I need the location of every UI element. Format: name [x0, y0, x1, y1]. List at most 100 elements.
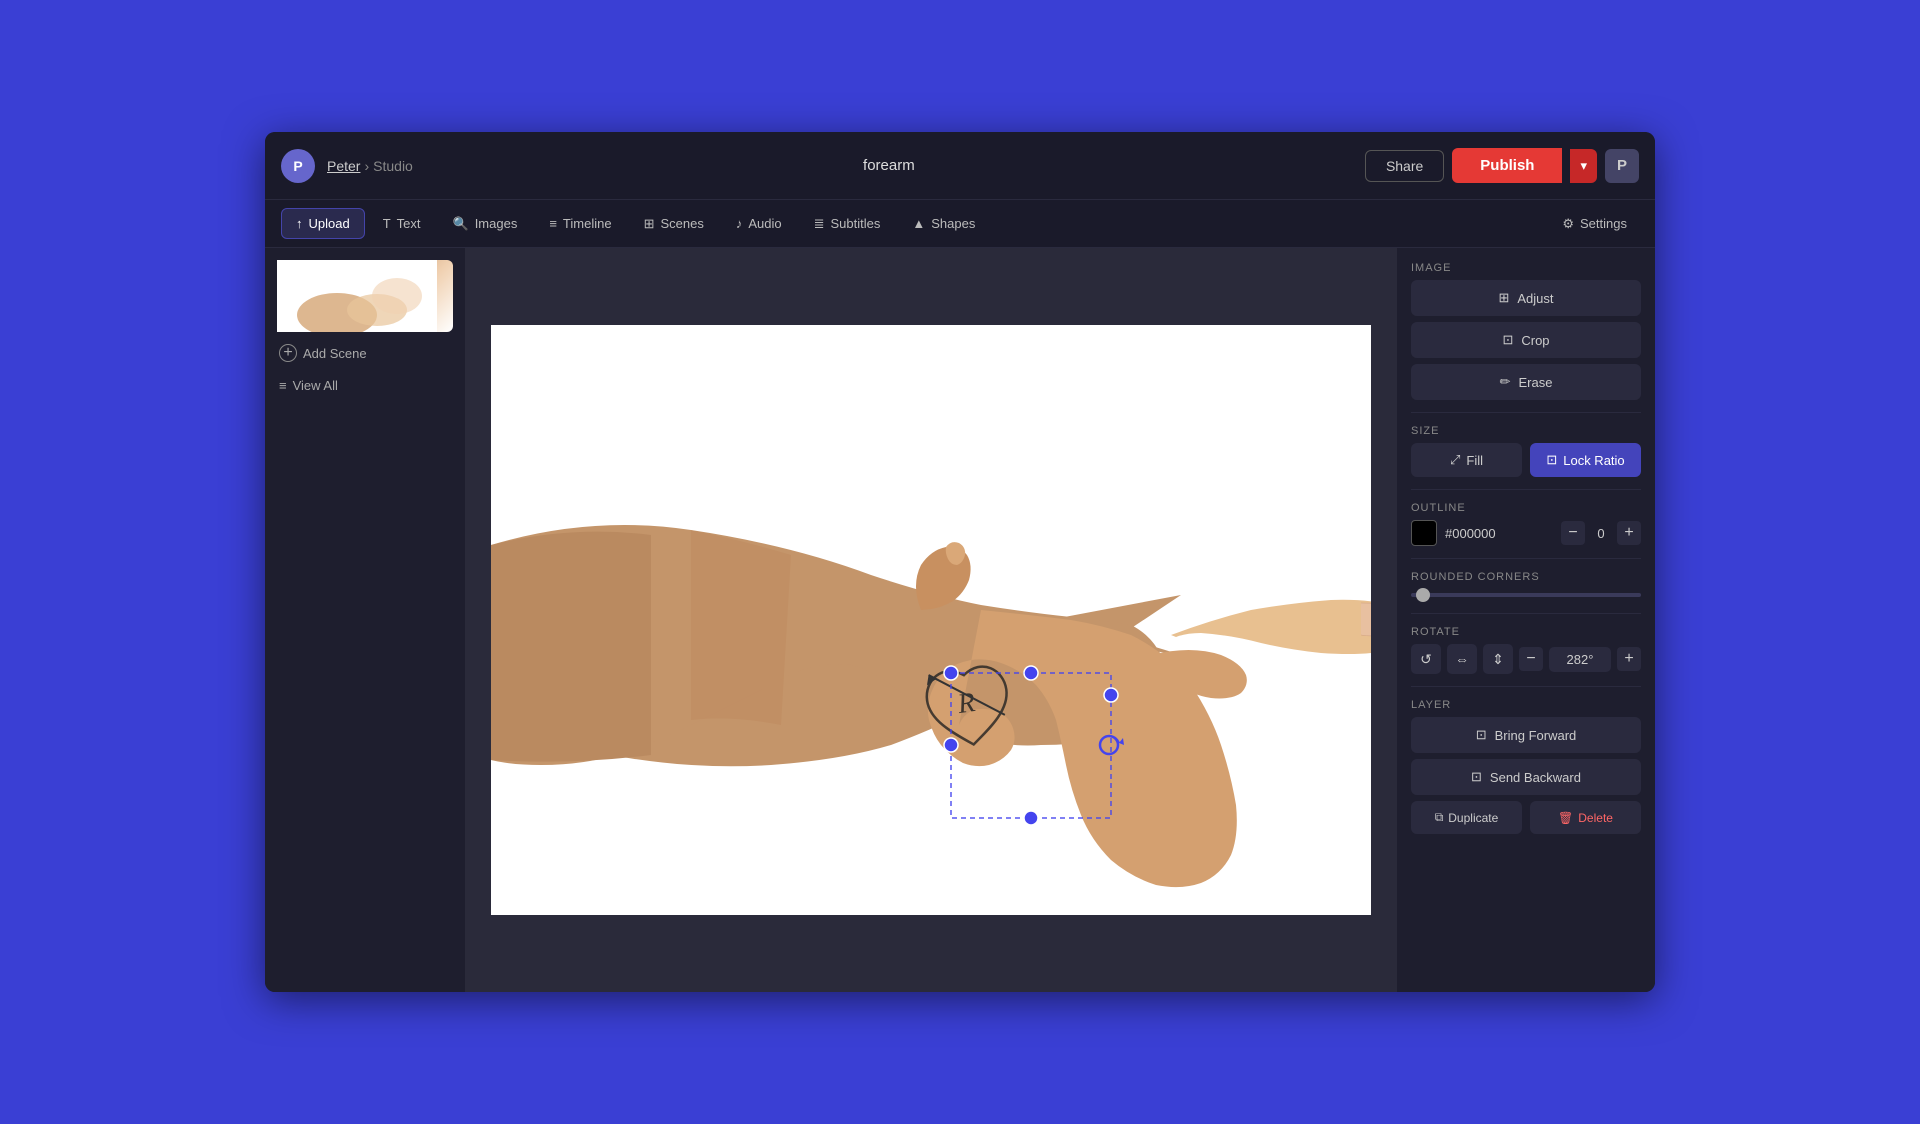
add-scene-icon: +: [279, 344, 297, 362]
shapes-button[interactable]: ▲ Shapes: [898, 209, 989, 238]
divider-1: [1411, 412, 1641, 413]
bring-forward-button[interactable]: ⊡ Bring Forward: [1411, 717, 1641, 753]
subtitles-button[interactable]: ≣ Subtitles: [800, 209, 895, 239]
app-window: P Peter › Studio forearm Share Publish ▾…: [265, 132, 1655, 992]
fill-button[interactable]: ⤢ Fill: [1411, 443, 1522, 477]
image-section: IMAGE ⊞ Adjust ⊡ Crop ✏ Erase: [1411, 262, 1641, 400]
add-scene-button[interactable]: + Add Scene: [277, 340, 453, 366]
crop-icon: ⊡: [1502, 332, 1513, 348]
settings-button[interactable]: ⚙ Settings: [1550, 209, 1639, 239]
user-menu-button[interactable]: P: [1605, 149, 1639, 183]
erase-icon: ✏: [1500, 374, 1511, 390]
breadcrumb-studio: Studio: [373, 158, 413, 174]
top-actions: Share Publish ▾ P: [1365, 148, 1639, 183]
outline-color-hex: #000000: [1445, 526, 1553, 541]
timeline-icon: ≡: [549, 216, 557, 231]
flip-v-icon: ⇕: [1492, 651, 1504, 668]
rotate-section-label: ROTATE: [1411, 626, 1641, 638]
rounded-corners-slider-thumb[interactable]: [1416, 588, 1430, 602]
send-backward-button[interactable]: ⊡ Send Backward: [1411, 759, 1641, 795]
divider-5: [1411, 686, 1641, 687]
rounded-corners-slider-track: [1411, 593, 1641, 597]
adjust-label: Adjust: [1517, 291, 1553, 306]
breadcrumb: Peter › Studio: [327, 158, 413, 174]
crop-button[interactable]: ⊡ Crop: [1411, 322, 1641, 358]
outline-controls: #000000 − 0 +: [1411, 520, 1641, 546]
rotate-ccw-icon: ↺: [1420, 651, 1432, 668]
breadcrumb-user-link[interactable]: Peter: [327, 158, 360, 174]
outline-value-control: − 0 +: [1561, 521, 1641, 545]
left-panel: ≡ ⧉ 🗑: [265, 248, 465, 992]
images-button[interactable]: 🔍 Images: [439, 209, 532, 239]
upload-button[interactable]: ↑ Upload: [281, 208, 365, 239]
document-title: forearm: [425, 157, 1353, 174]
user-avatar: P: [281, 149, 315, 183]
flip-vertical-button[interactable]: ⇕: [1483, 644, 1513, 674]
right-panel: IMAGE ⊞ Adjust ⊡ Crop ✏ Erase: [1397, 248, 1655, 992]
breadcrumb-separator: ›: [364, 158, 369, 174]
scene-card-wrapper: ≡ ⧉ 🗑: [277, 260, 453, 332]
fill-icon: ⤢: [1450, 452, 1460, 468]
rounded-corners-section: ROUNDED CORNERS: [1411, 571, 1641, 601]
main-content: ≡ ⧉ 🗑: [265, 248, 1655, 992]
rotate-increase-button[interactable]: +: [1617, 647, 1641, 671]
adjust-icon: ⊞: [1498, 290, 1509, 306]
timeline-button[interactable]: ≡ Timeline: [535, 209, 625, 238]
audio-icon: ♪: [736, 216, 743, 231]
share-button[interactable]: Share: [1365, 150, 1444, 182]
send-backward-label: Send Backward: [1490, 770, 1581, 785]
main-toolbar: ↑ Upload T Text 🔍 Images ≡ Timeline ⊞ Sc…: [265, 200, 1655, 248]
canvas[interactable]: R: [491, 325, 1371, 915]
chevron-down-icon: ▾: [1580, 158, 1587, 173]
delete-button[interactable]: 🗑 Delete: [1530, 801, 1641, 834]
subtitles-icon: ≣: [814, 216, 825, 232]
outline-decrease-button[interactable]: −: [1561, 521, 1585, 545]
rounded-corners-label: ROUNDED CORNERS: [1411, 571, 1641, 583]
timeline-label: Timeline: [563, 216, 612, 231]
canvas-area[interactable]: R: [465, 248, 1397, 992]
erase-button[interactable]: ✏ Erase: [1411, 364, 1641, 400]
rotate-controls: ↺ ⇔ ⇕ − 282° +: [1411, 644, 1641, 674]
audio-label: Audio: [748, 216, 781, 231]
subtitles-label: Subtitles: [831, 216, 881, 231]
settings-icon: ⚙: [1562, 216, 1574, 232]
divider-3: [1411, 558, 1641, 559]
layer-section: LAYER ⊡ Bring Forward ⊡ Send Backward ⧉ …: [1411, 699, 1641, 834]
image-section-label: IMAGE: [1411, 262, 1641, 274]
upload-label: Upload: [309, 216, 350, 231]
add-scene-label: Add Scene: [303, 346, 367, 361]
list-icon: ≡: [279, 378, 287, 393]
layer-actions-row: ⧉ Duplicate 🗑 Delete: [1411, 801, 1641, 834]
view-all-button[interactable]: ≡ View All: [277, 374, 453, 397]
scene-thumbnail[interactable]: [277, 260, 453, 332]
duplicate-button[interactable]: ⧉ Duplicate: [1411, 801, 1522, 834]
outline-section-label: OUTLINE: [1411, 502, 1641, 514]
images-label: Images: [475, 216, 518, 231]
delete-label: Delete: [1578, 811, 1613, 825]
outline-color-swatch[interactable]: [1411, 520, 1437, 546]
flip-horizontal-button[interactable]: ⇔: [1447, 644, 1477, 674]
rotate-decrease-button[interactable]: −: [1519, 647, 1543, 671]
upload-icon: ↑: [296, 216, 303, 231]
rotate-value: 282°: [1549, 647, 1611, 672]
shapes-icon: ▲: [912, 216, 925, 231]
lock-ratio-button[interactable]: ⊡ Lock Ratio: [1530, 443, 1641, 477]
top-bar: P Peter › Studio forearm Share Publish ▾…: [265, 132, 1655, 200]
rotate-ccw-button[interactable]: ↺: [1411, 644, 1441, 674]
settings-label: Settings: [1580, 216, 1627, 231]
divider-4: [1411, 613, 1641, 614]
bring-forward-icon: ⊡: [1476, 727, 1487, 743]
publish-dropdown-button[interactable]: ▾: [1570, 149, 1597, 183]
scenes-button[interactable]: ⊞ Scenes: [630, 209, 718, 239]
rounded-corners-slider-container: [1411, 589, 1641, 601]
view-all-label: View All: [293, 378, 338, 393]
audio-button[interactable]: ♪ Audio: [722, 209, 796, 238]
text-button[interactable]: T Text: [369, 209, 435, 238]
adjust-button[interactable]: ⊞ Adjust: [1411, 280, 1641, 316]
duplicate-icon: ⧉: [1435, 810, 1444, 825]
crop-label: Crop: [1521, 333, 1549, 348]
publish-button[interactable]: Publish: [1452, 148, 1562, 183]
outline-increase-button[interactable]: +: [1617, 521, 1641, 545]
rotate-section: ROTATE ↺ ⇔ ⇕ − 282° +: [1411, 626, 1641, 674]
duplicate-label: Duplicate: [1448, 811, 1498, 825]
